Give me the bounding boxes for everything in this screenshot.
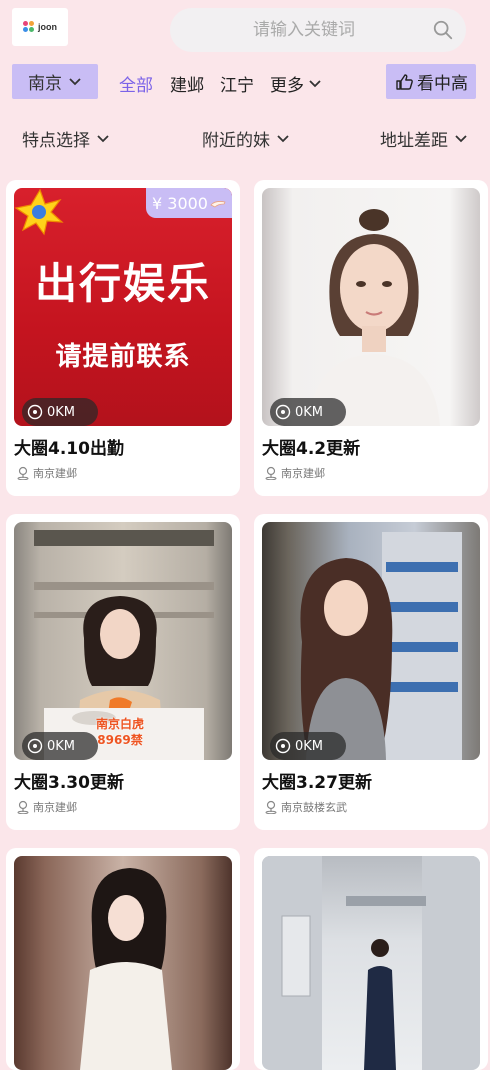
hot-button[interactable]: 看中高	[386, 64, 476, 99]
district-filter-row: 南京 全部 建邺 江宁 更多 看中高	[0, 64, 490, 100]
promo-subline: 请提前联系	[55, 342, 191, 372]
listing-title[interactable]: 大圈3.27更新	[262, 768, 372, 793]
listing-card[interactable]	[254, 848, 488, 1070]
listing-location: 南京建邺	[16, 465, 77, 481]
photo-caption-line1: 南京白虎	[95, 717, 144, 731]
chevron-down-icon	[277, 134, 289, 142]
city-select[interactable]: 南京	[12, 64, 98, 99]
map-pin-icon	[265, 466, 277, 480]
nearby-filter-label: 附近的妹	[202, 131, 270, 151]
app-logo[interactable]: joon	[12, 8, 68, 46]
feature-filter-label: 特点选择	[22, 131, 90, 151]
distance-filter-label: 地址差距	[380, 131, 448, 151]
chevron-down-icon	[309, 79, 321, 87]
store-photo	[300, 532, 462, 760]
listing-photo[interactable]: 0KM	[262, 522, 480, 760]
listing-card[interactable]: ¥ 3000 出行娱乐 请提前联系 0KM 大圈4.10出勤 南京建邺	[6, 180, 240, 496]
search-icon[interactable]	[432, 19, 454, 41]
portrait-photo	[80, 868, 172, 1070]
listing-photo[interactable]: 0KM	[262, 188, 480, 426]
city-label: 南京	[28, 74, 62, 94]
tab-district-jianye[interactable]: 建邺	[170, 71, 204, 96]
price-value: ¥ 3000	[152, 193, 208, 213]
listing-location-text: 南京建邺	[33, 801, 77, 814]
thumbs-up-icon	[396, 73, 413, 90]
distance-badge: 0KM	[22, 398, 98, 426]
listing-photo[interactable]: ¥ 3000 出行娱乐 请提前联系 0KM	[14, 188, 232, 426]
distance-badge: 0KM	[22, 732, 98, 760]
more-label: 更多	[270, 76, 304, 96]
listing-location: 南京建邺	[264, 465, 325, 481]
price-tag: ¥ 3000	[146, 188, 232, 218]
logo-text: joon	[38, 22, 57, 32]
chevron-down-icon	[97, 134, 109, 142]
attribute-filter-row: 特点选择 附近的妹 地址差距	[0, 120, 490, 156]
location-pin-icon	[275, 738, 291, 754]
aircraft-cabin-photo	[262, 856, 480, 1070]
chevron-down-icon	[455, 134, 467, 142]
listing-photo[interactable]: 南京白虎 8969禁 0KM	[14, 522, 232, 760]
top-bar: joon	[0, 0, 490, 58]
tab-district-all[interactable]: 全部	[119, 71, 153, 96]
listing-title[interactable]: 大圈4.10出勤	[14, 434, 124, 459]
location-pin-icon	[275, 404, 291, 420]
location-pin-icon	[27, 404, 43, 420]
distance-value: 0KM	[295, 404, 324, 420]
listing-card[interactable]: 0KM 大圈3.27更新 南京鼓楼玄武	[254, 514, 488, 830]
listing-location-text: 南京鼓楼玄武	[281, 801, 347, 814]
distance-badge: 0KM	[270, 398, 346, 426]
listing-card[interactable]: 0KM 大圈4.2更新 南京建邺	[254, 180, 488, 496]
tab-district-jiangning[interactable]: 江宁	[220, 71, 254, 96]
pointing-hand-icon	[210, 201, 226, 208]
listing-title[interactable]: 大圈4.2更新	[262, 434, 360, 459]
feature-filter[interactable]: 特点选择	[22, 126, 110, 151]
logo-icon	[23, 21, 35, 33]
listing-location-text: 南京建邺	[33, 467, 77, 480]
listing-location: 南京鼓楼玄武	[264, 799, 347, 815]
nearby-filter[interactable]: 附近的妹	[202, 126, 290, 151]
promo-headline: 出行娱乐	[34, 259, 211, 308]
map-pin-icon	[265, 800, 277, 814]
distance-value: 0KM	[47, 404, 76, 420]
star-badge-icon	[14, 188, 64, 236]
listing-location-text: 南京建邺	[281, 467, 325, 480]
listing-card[interactable]	[6, 848, 240, 1070]
search-bar	[170, 8, 466, 52]
hot-label: 看中高	[417, 74, 468, 94]
listing-card[interactable]: 南京白虎 8969禁 0KM 大圈3.30更新 南京建邺	[6, 514, 240, 830]
listing-title[interactable]: 大圈3.30更新	[14, 768, 124, 793]
distance-badge: 0KM	[270, 732, 346, 760]
listing-location: 南京建邺	[16, 799, 77, 815]
distance-value: 0KM	[295, 738, 324, 754]
distance-value: 0KM	[47, 738, 76, 754]
search-input[interactable]	[184, 8, 424, 52]
listing-photo[interactable]	[14, 856, 232, 1070]
distance-filter[interactable]: 地址差距	[380, 126, 468, 151]
more-districts-button[interactable]: 更多	[270, 71, 322, 96]
map-pin-icon	[17, 466, 29, 480]
listing-photo[interactable]	[262, 856, 480, 1070]
chevron-down-icon	[69, 77, 81, 85]
location-pin-icon	[27, 738, 43, 754]
portrait-image	[308, 209, 440, 426]
map-pin-icon	[17, 800, 29, 814]
